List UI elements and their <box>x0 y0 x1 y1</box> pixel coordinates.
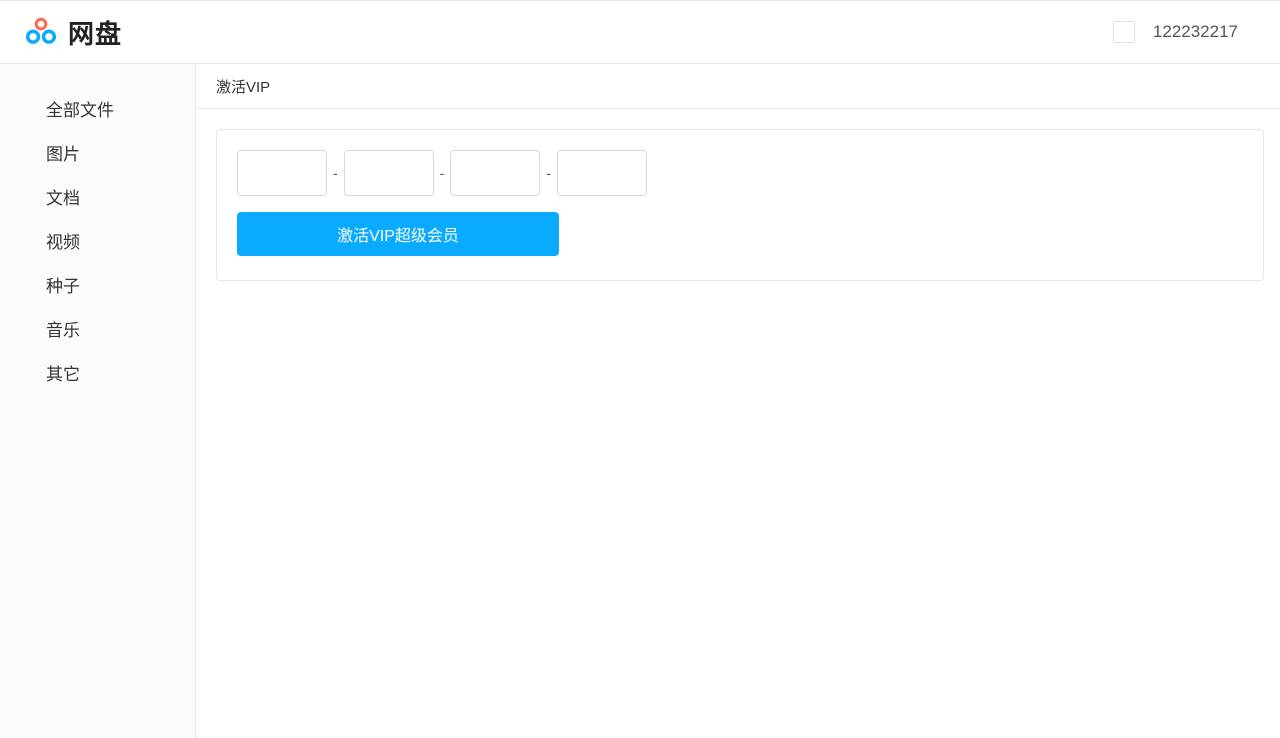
sidebar-item-images[interactable]: 图片 <box>0 136 195 174</box>
code-input-2[interactable] <box>344 150 434 196</box>
code-input-4[interactable] <box>557 150 647 196</box>
user-id: 122232217 <box>1153 22 1238 42</box>
brand-name: 网盘 <box>68 14 122 51</box>
code-input-1[interactable] <box>237 150 327 196</box>
avatar <box>1113 21 1135 43</box>
sidebar-item-label: 视频 <box>46 233 80 252</box>
sidebar-item-label: 音乐 <box>46 321 80 340</box>
sidebar-item-label: 种子 <box>46 277 80 296</box>
activate-vip-button[interactable]: 激活VIP超级会员 <box>237 212 559 256</box>
activation-code-inputs: - - - <box>237 150 1243 196</box>
sidebar-item-music[interactable]: 音乐 <box>0 312 195 350</box>
main-content: 激活VIP - - - 激活VIP超级会员 <box>196 64 1280 738</box>
sidebar-item-all-files[interactable]: 全部文件 <box>0 92 195 130</box>
sidebar-item-label: 文档 <box>46 189 80 208</box>
header: 网盘 122232217 <box>0 0 1280 64</box>
logo-area[interactable]: 网盘 <box>22 13 122 51</box>
code-input-3[interactable] <box>450 150 540 196</box>
sidebar: 全部文件 图片 文档 视频 种子 音乐 其它 <box>0 64 196 738</box>
sidebar-item-seeds[interactable]: 种子 <box>0 268 195 306</box>
sidebar-item-documents[interactable]: 文档 <box>0 180 195 218</box>
code-separator: - <box>546 165 551 181</box>
sidebar-item-other[interactable]: 其它 <box>0 356 195 394</box>
sidebar-item-label: 其它 <box>46 365 80 384</box>
page-title: 激活VIP <box>216 76 270 97</box>
activation-card: - - - 激活VIP超级会员 <box>216 129 1264 281</box>
sidebar-item-videos[interactable]: 视频 <box>0 224 195 262</box>
brand-logo-icon <box>22 13 60 51</box>
code-separator: - <box>440 165 445 181</box>
code-separator: - <box>333 165 338 181</box>
sidebar-item-label: 全部文件 <box>46 101 114 120</box>
page-title-bar: 激活VIP <box>196 64 1280 109</box>
user-area[interactable]: 122232217 <box>1113 21 1258 43</box>
sidebar-item-label: 图片 <box>46 145 80 164</box>
